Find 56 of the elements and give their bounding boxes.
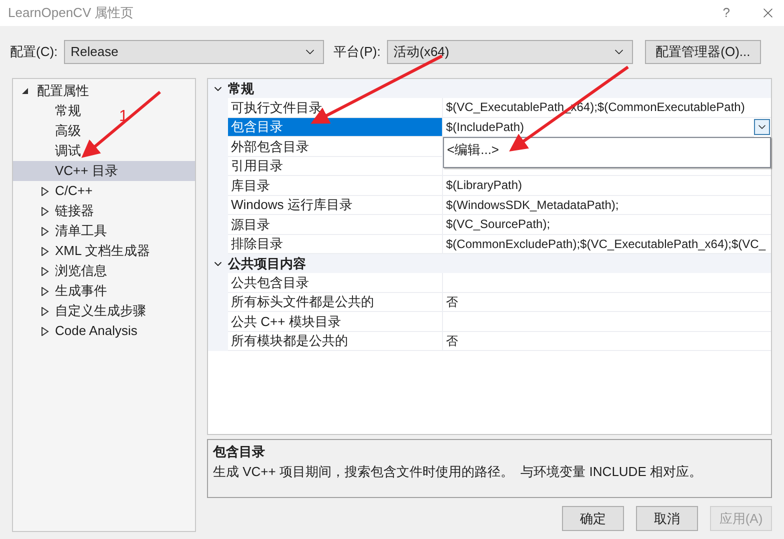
collapsed-triangle-icon[interactable] xyxy=(41,326,49,336)
property-name[interactable]: 可执行文件目录 xyxy=(228,98,443,118)
config-dropdown[interactable]: Release xyxy=(64,40,324,64)
tree-item[interactable]: 高级 xyxy=(55,121,81,141)
property-name[interactable]: 源目录 xyxy=(228,215,443,234)
property-name[interactable]: 外部包含目录 xyxy=(228,137,443,156)
property-value: 否 xyxy=(443,332,771,351)
collapsed-triangle-icon[interactable] xyxy=(41,226,49,236)
section-header[interactable]: 常规 xyxy=(208,79,771,98)
collapsed-triangle-icon[interactable] xyxy=(41,266,49,276)
tree-item[interactable]: 自定义生成步骤 xyxy=(55,301,146,321)
config-manager-button[interactable]: 配置管理器(O)... xyxy=(644,40,762,64)
tree-item[interactable]: 生成事件 xyxy=(55,281,107,301)
tree-item[interactable]: 常规 xyxy=(55,101,81,121)
platform-label: 平台(P): xyxy=(334,43,381,62)
property-name[interactable]: 引用目录 xyxy=(228,156,443,176)
property-value: $(WindowsSDK_MetadataPath); xyxy=(443,196,771,215)
property-value: $(IncludePath) xyxy=(443,118,754,137)
property-value: $(VC_SourcePath); xyxy=(443,215,771,234)
help-button[interactable]: ? xyxy=(722,3,730,23)
property-value: $(LibraryPath) xyxy=(443,176,771,196)
property-name[interactable]: Windows 运行库目录 xyxy=(228,196,443,215)
property-value: $(CommonExcludePath);$(VC_ExecutablePath_x64);$(VC_ xyxy=(443,234,771,254)
tree-item[interactable]: Code Analysis xyxy=(55,321,138,341)
property-name[interactable]: 所有模块都是公共的 xyxy=(228,332,443,351)
property-value: 否 xyxy=(443,292,771,312)
collapsed-triangle-icon[interactable] xyxy=(41,186,49,196)
dialog-button[interactable]: 确定 xyxy=(562,506,624,531)
description-text: 生成 VC++ 项目期间，搜索包含文件时使用的路径。 与环境变量 INCLUDE 相对应。 xyxy=(213,462,703,480)
tree-item[interactable]: 链接器 xyxy=(55,201,94,221)
tree-item[interactable]: 浏览信息 xyxy=(55,261,107,281)
platform-dropdown[interactable]: 活动(x64) xyxy=(386,40,633,64)
property-name[interactable]: 公共 C++ 模块目录 xyxy=(228,312,443,332)
section-header[interactable]: 公共项目内容 xyxy=(208,254,771,273)
property-name[interactable]: 所有标头文件都是公共的 xyxy=(228,292,443,312)
property-name[interactable]: 公共包含目录 xyxy=(228,273,443,292)
collapsed-triangle-icon[interactable] xyxy=(41,286,49,296)
collapsed-triangle-icon[interactable] xyxy=(41,306,49,316)
tree-item[interactable]: XML 文档生成器 xyxy=(55,241,150,261)
tree-item[interactable]: VC++ 目录 xyxy=(55,161,118,181)
dropdown-button[interactable] xyxy=(754,119,770,136)
dialog-button[interactable]: 取消 xyxy=(636,506,698,531)
tree-item[interactable]: C/C++ xyxy=(55,181,93,201)
property-name[interactable]: 包含目录 xyxy=(228,118,443,137)
tree-item[interactable]: 调试 xyxy=(55,141,81,161)
expanded-triangle-icon[interactable] xyxy=(21,87,29,95)
property-name[interactable]: 库目录 xyxy=(228,176,443,196)
tree-item[interactable]: 清单工具 xyxy=(55,221,107,241)
window-title: LearnOpenCV 属性页 xyxy=(8,4,134,22)
config-label: 配置(C): xyxy=(10,43,58,62)
collapsed-triangle-icon[interactable] xyxy=(41,246,49,256)
tree-item[interactable]: 配置属性 xyxy=(37,81,89,101)
property-name[interactable]: 排除目录 xyxy=(228,234,443,254)
dropdown-option[interactable]: <编辑...> xyxy=(444,140,770,160)
collapsed-triangle-icon[interactable] xyxy=(41,206,49,216)
description-title: 包含目录 xyxy=(213,443,266,461)
